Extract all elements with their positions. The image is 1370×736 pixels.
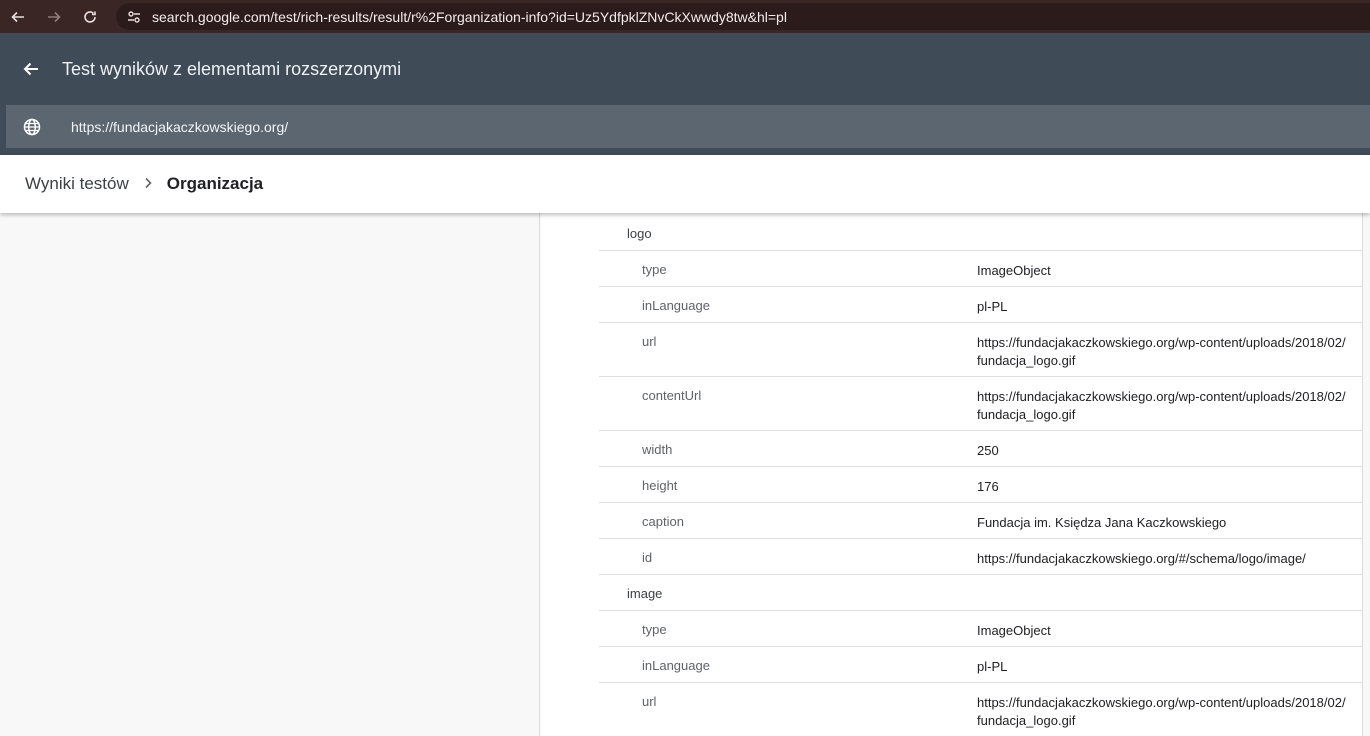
table-row: width 250 [599, 431, 1362, 467]
back-arrow-icon[interactable] [0, 33, 62, 105]
reload-icon[interactable] [72, 0, 108, 33]
back-arrow-icon[interactable] [0, 0, 36, 33]
table-row: contentUrl https://fundacjakaczkowskiego.… [599, 377, 1362, 431]
table-row: caption Fundacja im. Księdza Jana Kaczkow… [599, 503, 1362, 539]
page-title: Test wyników z elementami rozszerzonymi [62, 58, 402, 79]
address-url[interactable]: search.google.com/test/rich-results/resu… [152, 9, 787, 25]
group-row-logo: logo [599, 215, 1362, 251]
breadcrumb: Wyniki testów Organizacja [0, 155, 1370, 213]
address-bar[interactable]: search.google.com/test/rich-results/resu… [116, 3, 1370, 30]
chevron-right-icon [143, 176, 153, 192]
details-pane[interactable]: logo type ImageObject inLanguage pl-PL url… [541, 213, 1363, 736]
table-row: inLanguage pl-PL [599, 647, 1362, 683]
app-header: Test wyników z elementami rozszerzonymi … [0, 33, 1370, 155]
site-settings-icon[interactable] [116, 9, 152, 25]
table-row: url https://fundacjakaczkowskiego.org/wp-… [599, 323, 1362, 377]
table-row: height 176 [599, 467, 1362, 503]
properties-table: logo type ImageObject inLanguage pl-PL url… [599, 215, 1362, 736]
table-row: id https://fundacjakaczkowskiego.org/#/sc… [599, 539, 1362, 575]
breadcrumb-test-results[interactable]: Wyniki testów [25, 174, 129, 194]
group-row-image: image [599, 575, 1362, 611]
table-row: type ImageObject [599, 611, 1362, 647]
table-row: type ImageObject [599, 251, 1362, 287]
table-row: url https://fundacjakaczkowskiego.org/wp-… [599, 683, 1362, 736]
breadcrumb-organization: Organizacja [166, 174, 264, 193]
app-title-row: Test wyników z elementami rozszerzonymi [0, 33, 1370, 105]
browser-toolbar: search.google.com/test/rich-results/resu… [0, 0, 1370, 33]
forward-arrow-icon[interactable] [36, 0, 72, 33]
results-list-pane [0, 213, 540, 736]
tested-url[interactable]: https://fundacjakaczkowskiego.org/ [71, 119, 288, 135]
tested-url-bar[interactable]: https://fundacjakaczkowskiego.org/ [6, 105, 1370, 148]
table-row: inLanguage pl-PL [599, 287, 1362, 323]
globe-icon [6, 118, 58, 136]
